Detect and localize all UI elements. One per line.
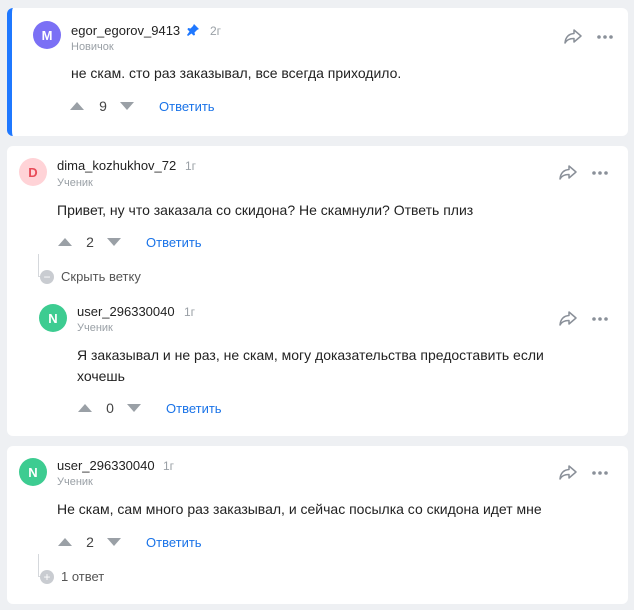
comment-text: Не скам, сам много раз заказывал, и сейч… [57,501,542,517]
user-role: Ученик [57,476,93,488]
user-role: Ученик [77,322,113,334]
user-role: Новичок [71,41,114,53]
reply-button[interactable]: Ответить [166,401,222,416]
vote-count: 2 [86,234,94,250]
upvote-icon[interactable] [58,538,72,546]
downvote-icon[interactable] [127,404,141,412]
share-icon[interactable] [558,464,578,482]
comment-card: M egor_egorov_9413 2г Новичок не скам. с… [7,8,628,136]
user-role: Ученик [57,177,93,189]
reply-button[interactable]: Ответить [159,99,215,114]
vote-count: 0 [106,400,114,416]
upvote-icon[interactable] [70,102,84,110]
avatar[interactable]: M [33,21,61,49]
timestamp: 1г [163,459,175,473]
upvote-icon[interactable] [78,404,92,412]
more-icon[interactable] [596,28,614,46]
username[interactable]: dima_kozhukhov_72 [57,158,176,173]
upvote-icon[interactable] [58,238,72,246]
comment-text: Привет, ну что заказала со скидона? Не с… [57,202,474,218]
thread-line [38,554,39,576]
avatar[interactable]: N [19,458,47,486]
downvote-icon[interactable] [120,102,134,110]
pin-icon [187,24,199,36]
reply-button[interactable]: Ответить [146,535,202,550]
thread-line [38,254,39,276]
comment-text-continued: хочешь [77,368,125,384]
downvote-icon[interactable] [107,538,121,546]
downvote-icon[interactable] [107,238,121,246]
comment-thread-card: D dima_kozhukhov_72 1г Ученик Привет, ну… [7,146,628,436]
avatar[interactable]: D [19,158,47,186]
comment-text: Я заказывал и не раз, не скам, могу дока… [77,347,544,363]
more-icon[interactable] [591,164,609,182]
timestamp: 2г [210,24,222,38]
username[interactable]: user_296330040 [77,304,175,319]
show-replies-button[interactable]: 1 ответ [61,569,104,584]
vote-count: 9 [99,98,107,114]
share-icon[interactable] [558,164,578,182]
more-icon[interactable] [591,464,609,482]
more-icon[interactable] [591,310,609,328]
collapse-thread-icon[interactable]: − [40,270,54,284]
avatar[interactable]: N [39,304,67,332]
hide-thread-button[interactable]: Скрыть ветку [61,269,141,284]
timestamp: 1г [184,305,196,319]
username[interactable]: egor_egorov_9413 [71,23,180,38]
share-icon[interactable] [558,310,578,328]
reply-button[interactable]: Ответить [146,235,202,250]
expand-replies-icon[interactable]: + [40,570,54,584]
comment-text: не скам. сто раз заказывал, все всегда п… [71,65,402,81]
timestamp: 1г [185,159,197,173]
vote-count: 2 [86,534,94,550]
username[interactable]: user_296330040 [57,458,155,473]
comment-card: N user_296330040 1г Ученик Не скам, сам … [7,446,628,604]
share-icon[interactable] [563,28,583,46]
